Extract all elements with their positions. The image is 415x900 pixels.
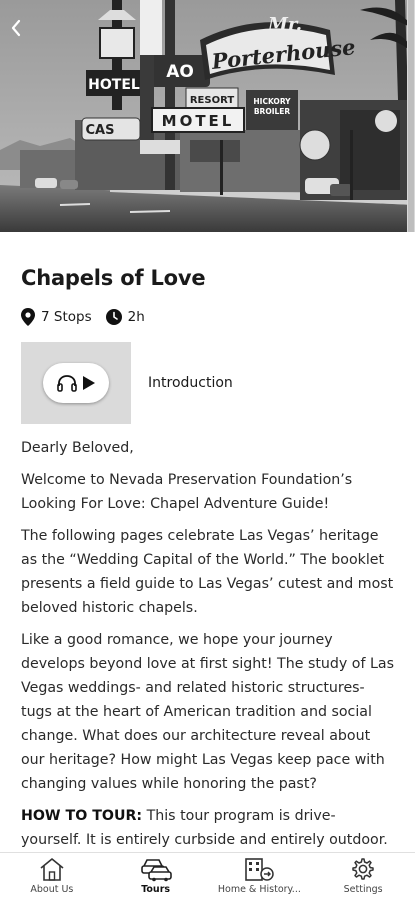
tab-label: Home & History...: [217, 884, 301, 895]
hero-image: HOTEL AO RESORT MOTEL Mr. Porterhouse HI…: [0, 0, 415, 232]
scrollbar-thumb[interactable]: [408, 0, 414, 232]
motel-sign-text: MOTEL: [162, 112, 235, 130]
ao-sign-text: AO: [166, 62, 194, 82]
headphones-icon: [56, 375, 77, 392]
duration-info: 2h: [105, 309, 145, 325]
paragraph: HOW TO TOUR: This tour program is drive-…: [21, 804, 395, 852]
paragraph: Dearly Beloved,: [21, 440, 134, 456]
back-button[interactable]: [10, 14, 34, 42]
porterhouse-mr-text: Mr.: [267, 14, 302, 35]
building-icon: [245, 858, 275, 881]
tour-detail-content[interactable]: Chapels of Love 7 Stops 2h Introduction …: [0, 232, 415, 852]
tab-label: Settings: [343, 884, 383, 895]
audio-thumbnail: [21, 342, 131, 424]
broiler-sign-text: BROILER: [254, 107, 291, 116]
clock-icon: [105, 309, 122, 325]
scrollbar[interactable]: [407, 0, 415, 232]
audio-item-introduction[interactable]: Introduction: [21, 342, 395, 424]
tab-label: Tours: [141, 884, 171, 895]
map-pin-icon: [21, 308, 35, 326]
paragraph: The following pages celebrate Las Vegas’…: [21, 528, 394, 616]
gear-icon: [352, 858, 374, 880]
paragraph: Welcome to Nevada Preservation Foundatio…: [21, 472, 353, 512]
tab-settings[interactable]: Settings: [311, 853, 415, 900]
tab-home-history[interactable]: Home & History...: [208, 853, 312, 900]
chevron-left-icon: [11, 19, 21, 37]
bottom-tab-bar: About Us Tours Home & History... Setting…: [0, 852, 415, 900]
cas-sign-text: CAS: [86, 123, 115, 138]
tour-title: Chapels of Love: [21, 266, 206, 290]
hickory-sign-text: HICKORY: [253, 97, 291, 106]
hotel-sign-text: HOTEL: [88, 77, 140, 93]
duration-value: 2h: [127, 309, 145, 325]
paragraph: Like a good romance, we hope your journe…: [21, 632, 394, 792]
tour-description: Dearly Beloved, Welcome to Nevada Preser…: [21, 436, 395, 852]
tab-tours[interactable]: Tours: [104, 853, 208, 900]
audio-play-button[interactable]: [43, 363, 109, 403]
audio-title: Introduction: [148, 375, 233, 391]
stops-info: 7 Stops: [21, 308, 92, 326]
tab-about-us[interactable]: About Us: [0, 853, 104, 900]
vegas-strip-photo: HOTEL AO RESORT MOTEL Mr. Porterhouse HI…: [0, 0, 415, 232]
tour-meta: 7 Stops 2h: [21, 308, 395, 326]
how-to-tour-heading: HOW TO TOUR:: [21, 808, 143, 824]
home-icon: [40, 858, 64, 881]
play-icon: [82, 376, 95, 390]
tab-label: About Us: [30, 884, 74, 895]
stops-count: 7 Stops: [41, 309, 92, 325]
resort-sign-text: RESORT: [190, 95, 234, 106]
cars-icon: [140, 859, 172, 882]
